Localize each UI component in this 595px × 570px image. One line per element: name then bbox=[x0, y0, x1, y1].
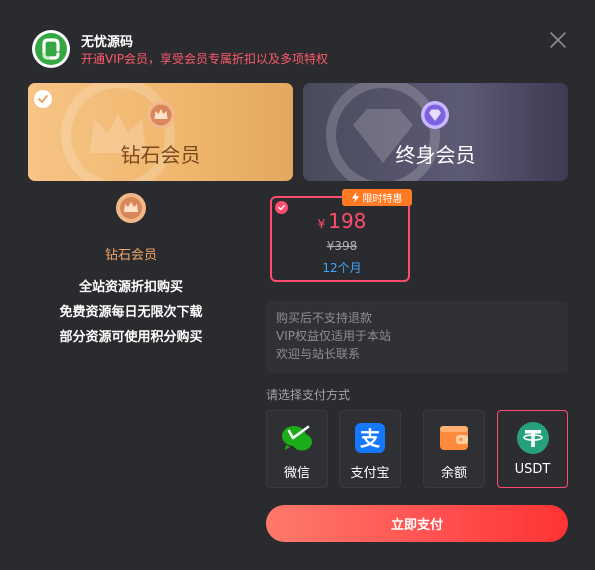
payment-label: 微信 bbox=[283, 466, 310, 481]
payment-label: 支付宝 bbox=[350, 466, 390, 481]
notice-line: 欢迎与站长联系 bbox=[276, 347, 361, 361]
alipay-icon: 支 bbox=[355, 423, 385, 453]
payment-option-usdt[interactable]: USDT bbox=[497, 410, 568, 488]
price-option-card[interactable]: ¥198 ¥398 12个月 bbox=[270, 196, 410, 282]
plan-card-diamond[interactable]: 钻石会员 bbox=[28, 83, 293, 181]
purchase-notice: 购买后不支持退款 VIP权益仅适用于本站 欢迎与站长联系 bbox=[266, 301, 568, 373]
lightning-icon bbox=[351, 192, 359, 203]
crown-badge-icon bbox=[116, 193, 146, 223]
payment-option-wechat[interactable]: 微信 bbox=[266, 410, 328, 488]
price-current: ¥198 bbox=[272, 209, 412, 233]
wallet-icon bbox=[440, 426, 468, 450]
svg-text:支: 支 bbox=[360, 427, 381, 451]
plan-card-lifetime[interactable]: 终身会员 bbox=[303, 83, 568, 181]
site-name: 无忧源码 bbox=[81, 35, 134, 50]
vip-modal: 无忧源码 开通VIP会员，享受会员专属折扣以及多项特权 钻石会员 终身会员 钻石… bbox=[0, 0, 595, 570]
promo-badge: 限时特惠 bbox=[342, 189, 412, 206]
crown-badge-icon bbox=[147, 101, 175, 129]
benefit-item: 免费资源每日无限次下载 bbox=[59, 305, 203, 320]
promo-label: 限时特惠 bbox=[362, 194, 403, 205]
close-button[interactable] bbox=[548, 30, 568, 50]
notice-line: VIP权益仅适用于本站 bbox=[276, 329, 391, 343]
payment-option-alipay[interactable]: 支 支付宝 bbox=[339, 410, 401, 488]
site-logo bbox=[32, 30, 70, 68]
payment-option-balance[interactable]: 余额 bbox=[423, 410, 485, 488]
price-currency: ¥ bbox=[317, 217, 326, 231]
plan-name: 终身会员 bbox=[395, 143, 476, 167]
header-subtitle: 开通VIP会员，享受会员专属折扣以及多项特权 bbox=[81, 52, 328, 66]
pay-now-button[interactable]: 立即支付 bbox=[266, 505, 568, 542]
benefit-item: 全站资源折扣购买 bbox=[78, 280, 183, 295]
benefit-item: 部分资源可使用积分购买 bbox=[59, 330, 203, 345]
site-logo-icon bbox=[35, 33, 67, 65]
wechat-icon bbox=[282, 425, 312, 451]
payment-label: USDT bbox=[514, 462, 551, 477]
selected-plan-title: 钻石会员 bbox=[104, 248, 157, 263]
price-amount: 198 bbox=[328, 209, 367, 233]
tether-icon bbox=[517, 422, 549, 454]
payment-label: 余额 bbox=[440, 466, 467, 481]
plan-selected-check-icon bbox=[34, 90, 52, 108]
price-period: 12个月 bbox=[322, 261, 362, 275]
close-icon bbox=[550, 32, 566, 48]
payment-method-label: 请选择支付方式 bbox=[266, 388, 351, 402]
plan-name: 钻石会员 bbox=[120, 143, 201, 167]
price-original: ¥398 bbox=[326, 239, 358, 253]
notice-line: 购买后不支持退款 bbox=[276, 311, 373, 325]
diamond-badge-icon bbox=[421, 101, 449, 129]
